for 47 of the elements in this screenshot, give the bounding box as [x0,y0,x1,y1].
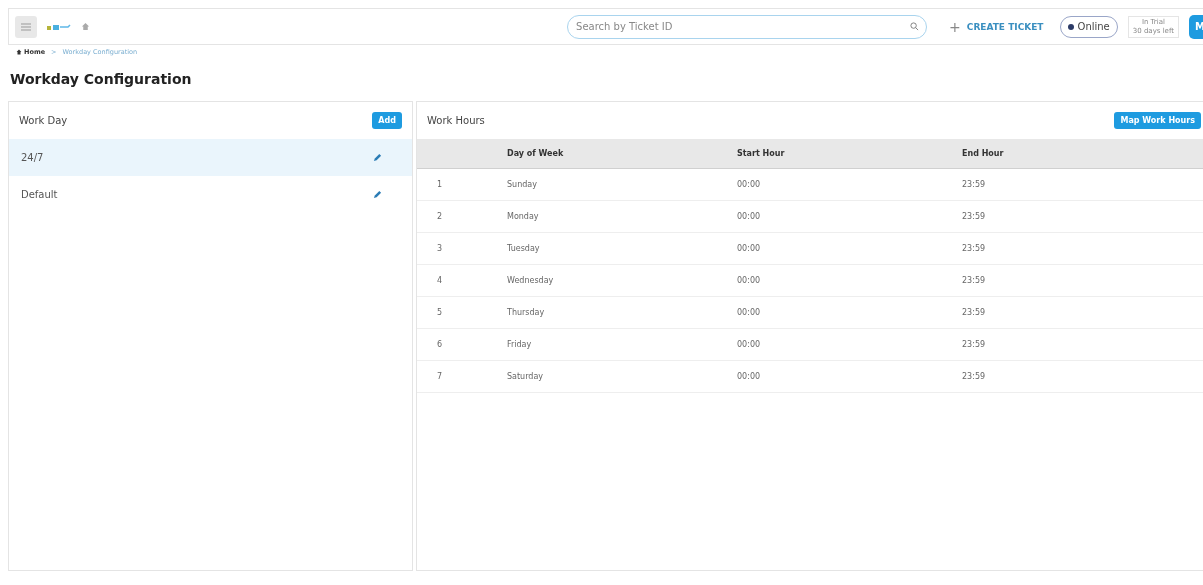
table-cell: 23:59 [962,180,986,189]
table-cell: 00:00 [737,276,761,285]
search-field[interactable]: Search by Ticket ID [567,14,928,39]
map-work-hours-button[interactable]: Map Work Hours [1114,112,1201,129]
table-cell: 00:00 [737,244,761,253]
table-cell: 00:00 [737,340,761,349]
table-cell: 23:59 [962,340,986,349]
logo-icon [47,22,71,31]
table-cell: Thursday [507,308,545,317]
column-header: Start Hour [737,139,962,169]
table-cell: 2 [437,212,443,221]
create-ticket-button[interactable]: + CREATE TICKET [943,18,1050,35]
pencil-icon[interactable] [373,190,382,199]
table-cell: 00:00 [737,372,761,381]
table-cell: 23:59 [962,372,986,381]
table-cell: 00:00 [737,308,761,317]
panel-title: Work Hours [427,115,485,126]
search-icon [910,21,920,31]
add-button[interactable]: Add [372,112,402,129]
table-cell: 23:59 [962,308,986,317]
panel-title: Work Day [19,115,68,126]
table-cell: 4 [437,276,443,285]
table-cell: 00:00 [737,180,761,189]
table-cell: 5 [437,308,443,317]
table-cell: 00:00 [737,212,761,221]
table-cell: Wednesday [507,276,554,285]
table-cell: 6 [437,340,443,349]
column-header: Day of Week [507,139,737,169]
table-cell: Saturday [507,372,544,381]
work-day-item[interactable]: Default [9,176,412,213]
table-cell: 3 [437,244,443,253]
column-header: End Hour [962,139,1203,169]
table-cell: 23:59 [962,244,986,253]
table-cell: 23:59 [962,276,986,285]
home-icon[interactable] [81,22,90,31]
work-day-item[interactable]: 24/7 [9,139,412,176]
page-title: Workday Configuration [10,71,193,87]
menu-icon [21,22,31,31]
table-cell: Monday [507,212,539,221]
home-icon [16,49,22,55]
table-cell: 1 [437,180,443,189]
table-cell: Tuesday [507,244,540,253]
table-cell: Sunday [507,180,537,189]
table-cell: 23:59 [962,212,986,221]
table-cell: Friday [507,340,532,349]
pencil-icon[interactable] [373,153,382,162]
table-cell: 7 [437,372,443,381]
